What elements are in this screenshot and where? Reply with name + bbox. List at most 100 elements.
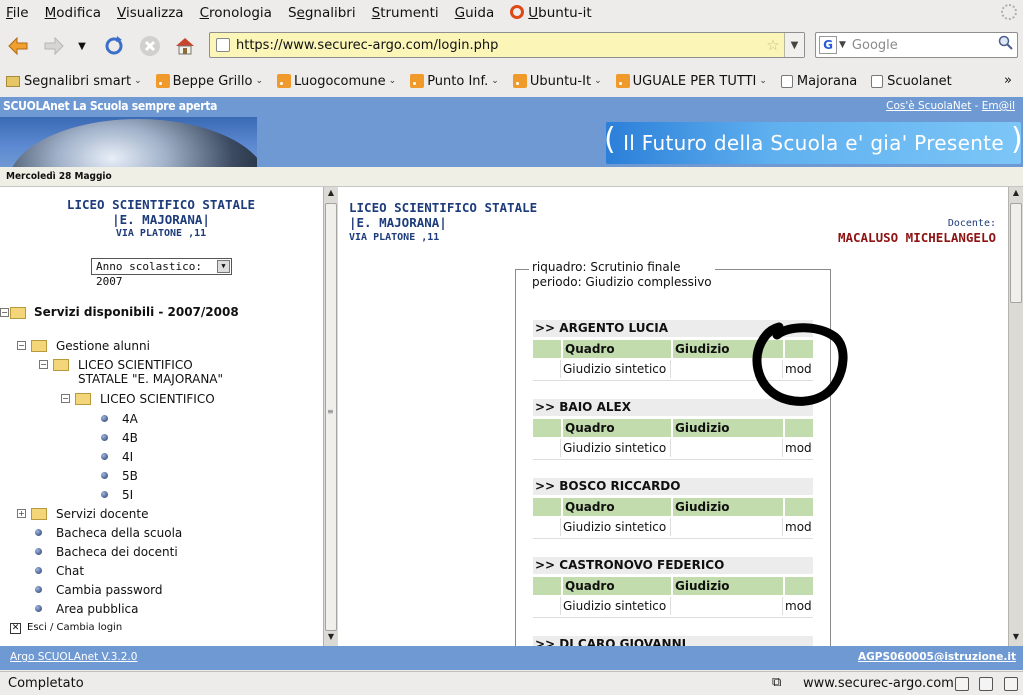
connection-icon: ⧉	[772, 675, 782, 690]
student-name: >> DI CARO GIOVANNI	[533, 636, 813, 646]
version-link[interactable]: Argo SCUOLAnet V.3.2.0	[10, 651, 137, 663]
bullet-icon	[35, 605, 42, 612]
hand-drawn-circle-annotation	[752, 322, 848, 406]
scroll-down-icon[interactable]: ▼	[324, 632, 338, 646]
bookmark-item[interactable]: Scuolanet	[871, 74, 952, 89]
status-host: www.securec-argo.com	[803, 676, 954, 691]
logout-link[interactable]: ✕ Esci / Cambia login	[10, 622, 122, 634]
right-frame: LICEO SCIENTIFICO STATALE |E. MAJORANA| …	[339, 187, 1007, 646]
menu-file[interactable]: File	[6, 5, 29, 21]
scrollbar-thumb[interactable]	[325, 203, 337, 631]
mod-link[interactable]: mod	[785, 518, 813, 536]
school-email-link[interactable]: AGPS060005@istruzione.it	[858, 651, 1016, 663]
magnifier-icon[interactable]	[995, 35, 1017, 55]
scrollbar-thumb[interactable]	[1010, 203, 1022, 303]
school-name-2: |E. MAJORANA|	[112, 212, 210, 227]
folder-icon	[6, 75, 20, 87]
table-row: Giudizio sintetico mod	[533, 597, 813, 615]
student-name: >> BOSCO RICCARDO	[533, 478, 813, 495]
bookmark-item[interactable]: Ubuntu-It ⌄	[512, 74, 602, 89]
chevron-down-icon: ⌄	[759, 76, 767, 86]
chevron-down-icon[interactable]: ▼	[839, 40, 846, 50]
scroll-up-icon[interactable]: ▲	[324, 188, 338, 202]
stop-button[interactable]	[138, 34, 162, 58]
row-label: Giudizio sintetico	[563, 439, 671, 457]
status-text: Completato	[8, 676, 84, 691]
rss-feed-icon	[276, 74, 291, 88]
url-text[interactable]: https://www.securec-argo.com/login.php	[236, 38, 762, 53]
scroll-down-icon[interactable]: ▼	[1009, 632, 1023, 646]
student-block: >> DI CARO GIOVANNI	[533, 636, 813, 646]
school-address: VIA PLATONE ,11	[349, 232, 440, 243]
bullet-icon	[101, 453, 108, 460]
school-year-select[interactable]: Anno scolastico: 2007 ▼	[91, 258, 232, 288]
menu-strumenti[interactable]: Strumenti	[372, 5, 439, 21]
menu-visualizza[interactable]: Visualizza	[117, 5, 184, 21]
bullet-icon	[35, 567, 42, 574]
collapse-icon[interactable]: −	[17, 341, 26, 350]
bullet-icon	[101, 434, 108, 441]
forward-arrow-icon	[44, 36, 64, 56]
bookmark-item[interactable]: Beppe Grillo ⌄	[155, 74, 263, 89]
bookmarks-overflow-button[interactable]: »	[1004, 73, 1012, 88]
url-dropdown-button[interactable]: ▼	[784, 33, 804, 57]
chevron-down-icon: ⌄	[388, 76, 397, 86]
fieldset-legend: riquadro: Scrutinio finale periodo: Giud…	[529, 260, 715, 290]
rss-feed-icon	[512, 74, 527, 88]
left-frame-scrollbar[interactable]: ▲ ≡ ▼	[323, 187, 338, 647]
expand-icon[interactable]: +	[17, 509, 26, 518]
student-name: >> CASTRONOVO FEDERICO	[533, 557, 813, 574]
search-engine-icon[interactable]: G	[819, 36, 837, 54]
email-link[interactable]: Em@il	[982, 100, 1015, 112]
page-icon	[871, 74, 884, 88]
history-dropdown-button[interactable]: ▼	[72, 34, 92, 58]
bookmark-item[interactable]: Luogocomune ⌄	[276, 74, 397, 89]
back-button[interactable]	[6, 34, 30, 58]
search-bar[interactable]: G ▼ Google	[815, 32, 1018, 58]
school-name: LICEO SCIENTIFICO STATALE	[66, 197, 256, 212]
bookmark-item[interactable]: Punto Inf. ⌄	[410, 74, 499, 89]
menu-modifica[interactable]: Modifica	[45, 5, 101, 21]
page-icon	[780, 74, 793, 88]
menu-ubuntu-it[interactable]: Ubuntu-it	[510, 5, 592, 21]
col-quadro: Quadro	[563, 577, 671, 595]
school-name: LICEO SCIENTIFICO STATALE	[349, 200, 538, 215]
status-bar: Completato ⧉ www.securec-argo.com	[0, 671, 1023, 695]
home-icon	[176, 38, 194, 55]
bookmark-item[interactable]: Segnalibri smart ⌄	[6, 74, 142, 89]
menu-guida[interactable]: Guida	[455, 5, 495, 21]
folder-open-icon	[10, 307, 26, 319]
url-bar[interactable]: https://www.securec-argo.com/login.php ☆…	[209, 32, 805, 58]
collapse-icon[interactable]: −	[39, 360, 48, 369]
cose-scuolanet-link[interactable]: Cos'è ScuolaNet	[886, 100, 971, 112]
mod-link[interactable]: mod	[785, 597, 813, 615]
collapse-icon[interactable]: −	[61, 394, 70, 403]
col-quadro: Quadro	[563, 340, 671, 358]
throbber-icon	[1001, 4, 1017, 20]
mod-link[interactable]: mod	[785, 439, 813, 457]
bookmark-item[interactable]: Majorana	[780, 74, 857, 89]
menu-cronologia[interactable]: Cronologia	[200, 5, 272, 21]
bullet-icon	[101, 415, 108, 422]
student-block: >> CASTRONOVO FEDERICO Quadro Giudizio Gi…	[533, 557, 813, 618]
chevron-down-icon: ⌄	[594, 76, 602, 86]
bookmark-star-icon[interactable]: ☆	[762, 36, 784, 54]
scroll-up-icon[interactable]: ▲	[1009, 188, 1023, 202]
search-input[interactable]: Google	[852, 38, 995, 53]
menu-segnalibri[interactable]: Segnalibri	[288, 5, 356, 21]
home-button[interactable]	[173, 34, 197, 58]
reload-button[interactable]	[102, 34, 126, 58]
right-frame-scrollbar[interactable]: ▲ ▼	[1008, 187, 1023, 647]
chevron-down-icon: ▼	[217, 260, 230, 273]
table-row: Giudizio sintetico mod	[533, 518, 813, 536]
bullet-icon	[101, 491, 108, 498]
folder-open-icon	[75, 393, 91, 405]
forward-button[interactable]	[42, 34, 66, 58]
security-icon[interactable]	[979, 677, 993, 691]
bookmark-item[interactable]: UGUALE PER TUTTI ⌄	[615, 74, 767, 89]
collapse-icon[interactable]: −	[0, 308, 9, 317]
riquadro-label: riquadro: Scrutinio finale	[532, 260, 681, 274]
lock-icon[interactable]	[955, 677, 969, 691]
download-icon[interactable]	[1004, 677, 1018, 691]
bookmarks-toolbar: Segnalibri smart ⌄ Beppe Grillo ⌄ Luogocom…	[0, 67, 1023, 95]
